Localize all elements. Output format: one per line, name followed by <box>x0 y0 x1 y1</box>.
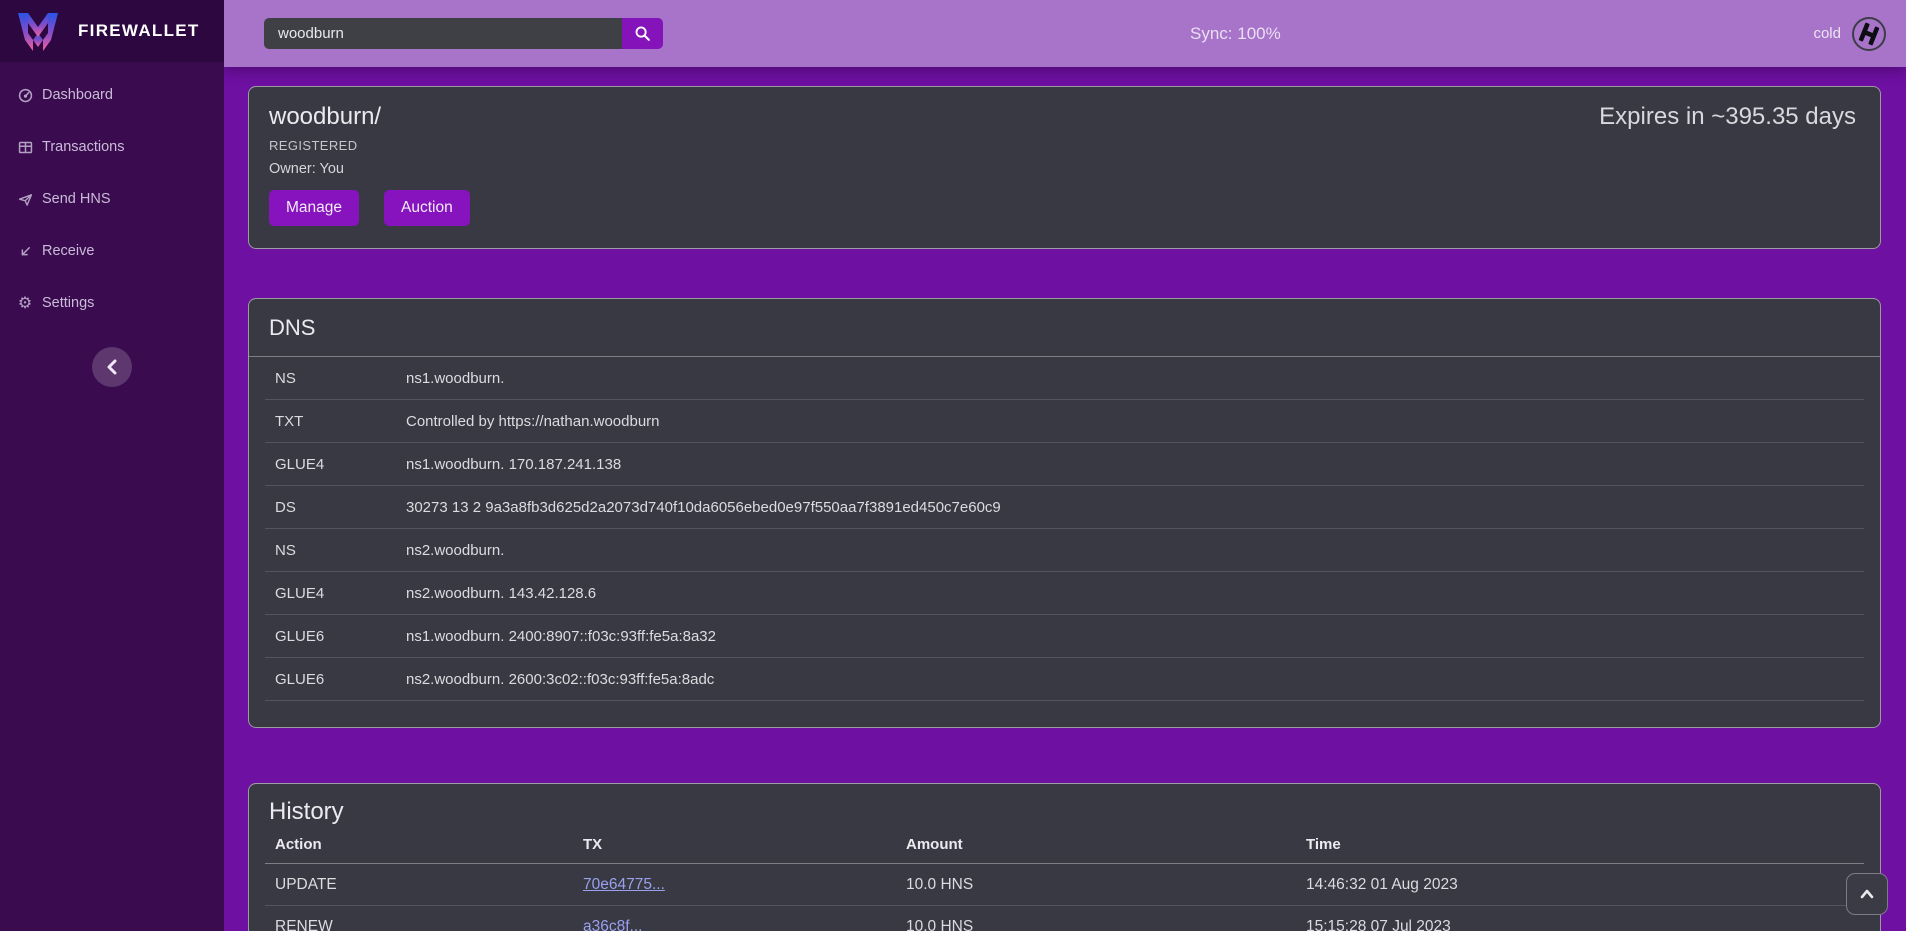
dns-table: NS ns1.woodburn. TXT Controlled by https… <box>249 357 1880 701</box>
sidebar-nav: Dashboard Transactions Send HNS <box>0 69 224 329</box>
history-row: UPDATE 70e64775... 10.0 HNS 14:46:32 01 … <box>265 864 1864 906</box>
sidebar-header: FIREWALLET <box>0 0 224 62</box>
manage-button[interactable]: Manage <box>269 190 359 226</box>
dns-record-value: ns2.woodburn. 2600:3c02::f03c:93ff:fe5a:… <box>406 671 1864 688</box>
column-header-tx: TX <box>573 836 896 853</box>
arrow-down-left-icon <box>17 243 33 259</box>
handshake-logo-icon[interactable] <box>1852 17 1886 51</box>
dns-record-type: NS <box>265 542 406 559</box>
dns-record-value: ns1.woodburn. 170.187.241.138 <box>406 456 1864 473</box>
dns-record-row: DS 30273 13 2 9a3a8fb3d625d2a2073d740f10… <box>265 486 1864 529</box>
domain-status-badge: REGISTERED <box>269 138 1860 153</box>
sidebar-item-send-hns[interactable]: Send HNS <box>0 173 224 225</box>
search-icon <box>634 25 651 42</box>
history-action: RENEW <box>265 918 573 931</box>
dns-record-value: ns2.woodburn. 143.42.128.6 <box>406 585 1864 602</box>
firewallet-logo-icon <box>16 11 60 51</box>
dns-record-row: GLUE4 ns2.woodburn. 143.42.128.6 <box>265 572 1864 615</box>
history-card: History Action TX Amount Time UPDATE 70e… <box>248 783 1881 931</box>
dns-record-type: GLUE4 <box>265 585 406 602</box>
sidebar-item-transactions[interactable]: Transactions <box>0 121 224 173</box>
column-header-amount: Amount <box>896 836 1296 853</box>
dns-record-row: NS ns2.woodburn. <box>265 529 1864 572</box>
auction-button[interactable]: Auction <box>384 190 470 226</box>
sidebar-item-label: Settings <box>42 295 94 311</box>
dns-record-value: ns2.woodburn. <box>406 542 1864 559</box>
dns-record-row: TXT Controlled by https://nathan.woodbur… <box>265 400 1864 443</box>
history-row: RENEW a36c8f... 10.0 HNS 15:15:28 07 Jul… <box>265 906 1864 931</box>
dns-record-row: GLUE6 ns2.woodburn. 2600:3c02::f03c:93ff… <box>265 658 1864 701</box>
sidebar-item-receive[interactable]: Receive <box>0 225 224 277</box>
main-content: woodburn/ REGISTERED Owner: You Manage A… <box>224 67 1906 931</box>
dns-record-row: NS ns1.woodburn. <box>265 357 1864 400</box>
dns-record-value: ns1.woodburn. <box>406 370 1864 387</box>
dns-record-type: GLUE4 <box>265 456 406 473</box>
app-title: FIREWALLET <box>78 21 200 41</box>
dns-record-type: TXT <box>265 413 406 430</box>
dns-record-row: GLUE4 ns1.woodburn. 170.187.241.138 <box>265 443 1864 486</box>
search-button[interactable] <box>622 18 663 49</box>
search-input[interactable] <box>264 18 622 49</box>
column-header-action: Action <box>265 836 573 853</box>
domain-card: woodburn/ REGISTERED Owner: You Manage A… <box>248 86 1881 249</box>
history-amount: 10.0 HNS <box>896 918 1296 931</box>
dns-record-type: DS <box>265 499 406 516</box>
sidebar: FIREWALLET Dashboard Transactions <box>0 0 224 931</box>
dns-record-type: GLUE6 <box>265 671 406 688</box>
dns-card-title: DNS <box>249 299 1880 357</box>
dns-record-row: GLUE6 ns1.woodburn. 2400:8907::f03c:93ff… <box>265 615 1864 658</box>
dns-record-value: 30273 13 2 9a3a8fb3d625d2a2073d740f10da6… <box>406 499 1864 516</box>
search-bar <box>264 18 663 49</box>
wallet-info: cold <box>1813 0 1886 67</box>
history-action: UPDATE <box>265 876 573 894</box>
sidebar-item-label: Transactions <box>42 139 124 155</box>
chevron-left-icon <box>106 359 118 375</box>
tx-link[interactable]: 70e64775... <box>583 876 665 893</box>
sidebar-item-settings[interactable]: ⚙ Settings <box>0 277 224 329</box>
sidebar-item-label: Send HNS <box>42 191 111 207</box>
paper-plane-icon <box>17 191 33 207</box>
column-header-time: Time <box>1296 836 1864 853</box>
dns-record-type: NS <box>265 370 406 387</box>
history-amount: 10.0 HNS <box>896 876 1296 894</box>
dns-record-type: GLUE6 <box>265 628 406 645</box>
history-time: 14:46:32 01 Aug 2023 <box>1296 876 1864 894</box>
history-table-body: UPDATE 70e64775... 10.0 HNS 14:46:32 01 … <box>249 864 1880 931</box>
sidebar-item-label: Receive <box>42 243 94 259</box>
dashboard-gauge-icon <box>17 87 33 103</box>
dns-record-value: Controlled by https://nathan.woodburn <box>406 413 1864 430</box>
history-table-header: Action TX Amount Time <box>265 836 1864 864</box>
history-card-title: History <box>249 784 1880 826</box>
dns-card: DNS NS ns1.woodburn. TXT Controlled by h… <box>248 298 1881 728</box>
dns-record-value: ns1.woodburn. 2400:8907::f03c:93ff:fe5a:… <box>406 628 1864 645</box>
domain-actions: Manage Auction <box>269 190 1860 226</box>
sidebar-item-dashboard[interactable]: Dashboard <box>0 69 224 121</box>
chevron-up-icon <box>1860 889 1874 899</box>
gear-icon: ⚙ <box>17 295 33 311</box>
table-icon <box>17 139 33 155</box>
tx-link[interactable]: a36c8f... <box>583 918 642 931</box>
topbar: Sync: 100% cold <box>224 0 1906 67</box>
wallet-name: cold <box>1813 25 1841 42</box>
sync-status: Sync: 100% <box>1190 0 1281 67</box>
history-time: 15:15:28 07 Jul 2023 <box>1296 918 1864 931</box>
scroll-to-top-button[interactable] <box>1846 873 1888 915</box>
sidebar-item-label: Dashboard <box>42 87 113 103</box>
domain-expiry: Expires in ~395.35 days <box>1599 103 1856 131</box>
sidebar-collapse-button[interactable] <box>92 347 132 387</box>
domain-owner: Owner: You <box>269 161 1860 177</box>
